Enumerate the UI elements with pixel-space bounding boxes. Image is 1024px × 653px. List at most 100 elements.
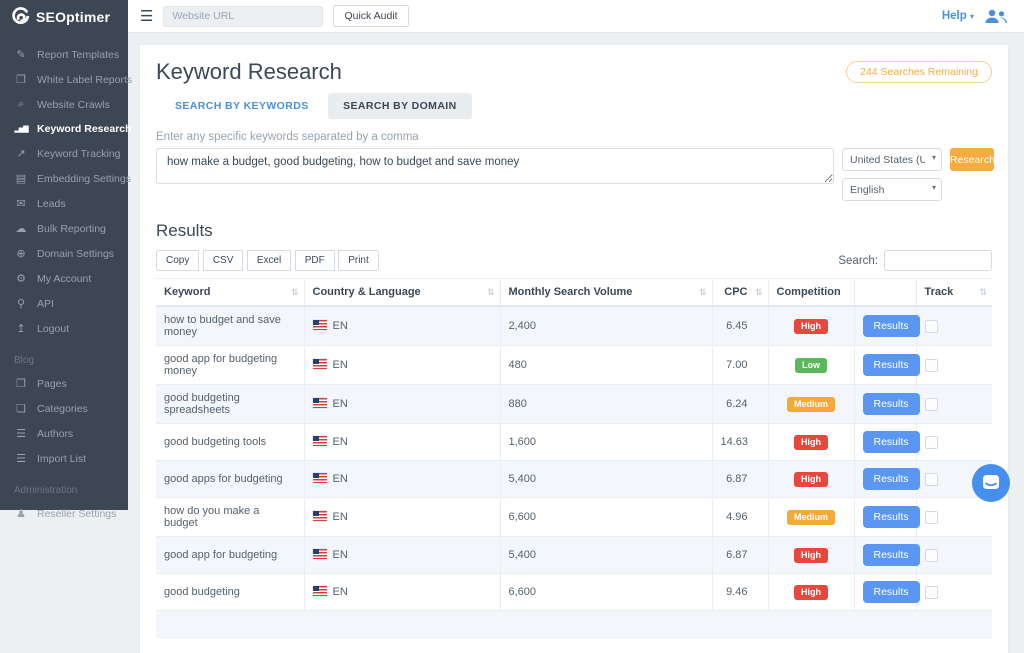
competition-cell: Low (768, 346, 854, 385)
language-select[interactable]: English (842, 178, 942, 201)
track-checkbox[interactable] (925, 436, 938, 449)
track-checkbox[interactable] (925, 359, 938, 372)
reseller-settings-icon: ♟ (14, 507, 28, 520)
table-search-input[interactable] (884, 250, 992, 271)
sidebar-item-pages[interactable]: ❐Pages (0, 371, 128, 396)
us-flag-icon (313, 320, 327, 330)
results-table: Keyword⇅Country & Language⇅Monthly Searc… (156, 278, 992, 611)
track-checkbox[interactable] (925, 549, 938, 562)
table-row-partial (156, 611, 992, 639)
keyword-cell: good apps for budgeting (156, 461, 304, 498)
results-button[interactable]: Results (863, 315, 920, 337)
keyword-research-icon: ▂▅▇ (14, 125, 28, 133)
chat-bubble-button[interactable] (972, 464, 1010, 502)
competition-badge: High (794, 548, 828, 563)
research-button[interactable]: Research (950, 148, 994, 171)
track-checkbox[interactable] (925, 473, 938, 486)
country-cell: EN (304, 498, 500, 537)
sidebar-item-keyword-research[interactable]: ▂▅▇Keyword Research (0, 117, 128, 141)
column-header-label: Monthly Search Volume (509, 286, 633, 298)
us-flag-icon (313, 436, 327, 446)
sidebar-item-embedding-settings[interactable]: ▤Embedding Settings (0, 166, 128, 191)
keyword-research-panel: Keyword Research 244 Searches Remaining … (140, 45, 1008, 653)
copy-button[interactable]: Copy (156, 250, 199, 271)
table-row: good app for budgetingEN5,4006.87HighRes… (156, 537, 992, 574)
track-checkbox[interactable] (925, 398, 938, 411)
tab-search-by-domain[interactable]: SEARCH BY DOMAIN (328, 93, 472, 119)
country-cell: EN (304, 537, 500, 574)
language-select-wrap: English ▾ (842, 178, 942, 201)
table-row: how to budget and save moneyEN2,4006.45H… (156, 306, 992, 346)
sidebar-item-my-account[interactable]: ⚙My Account (0, 266, 128, 291)
account-users-icon[interactable] (984, 9, 1008, 24)
results-button[interactable]: Results (863, 544, 920, 566)
volume-cell: 5,400 (500, 461, 712, 498)
results-button[interactable]: Results (863, 354, 920, 376)
results-button[interactable]: Results (863, 431, 920, 453)
language-code: EN (333, 320, 348, 332)
leads-icon: ✉ (14, 197, 28, 210)
website-url-input[interactable] (163, 6, 323, 27)
country-cell: EN (304, 574, 500, 611)
results-cell: Results (854, 424, 916, 461)
sidebar-item-keyword-tracking[interactable]: ↗Keyword Tracking (0, 141, 128, 166)
sidebar-item-report-templates[interactable]: ✎Report Templates (0, 42, 128, 67)
help-menu[interactable]: Help ▾ (942, 10, 974, 22)
us-flag-icon (313, 549, 327, 559)
sidebar-item-reseller-settings[interactable]: ♟Reseller Settings (0, 501, 128, 526)
page-header: Keyword Research 244 Searches Remaining (156, 59, 992, 85)
competition-badge: High (794, 585, 828, 600)
menu-icon[interactable]: ☰ (140, 9, 153, 24)
tab-search-by-keywords[interactable]: SEARCH BY KEYWORDS (160, 93, 324, 119)
sidebar-item-label: My Account (37, 273, 91, 285)
column-header-cpc[interactable]: CPC⇅ (712, 279, 768, 307)
results-button[interactable]: Results (863, 581, 920, 603)
track-checkbox[interactable] (925, 320, 938, 333)
language-code: EN (333, 436, 348, 448)
csv-button[interactable]: CSV (203, 250, 244, 271)
table-row: good budgetingEN6,6009.46HighResults (156, 574, 992, 611)
column-header-monthly-search-volume[interactable]: Monthly Search Volume⇅ (500, 279, 712, 307)
sidebar-nav: ✎Report Templates❐White Label Reports⌕We… (0, 33, 128, 526)
column-header-keyword[interactable]: Keyword⇅ (156, 279, 304, 307)
quick-audit-button[interactable]: Quick Audit (333, 5, 408, 27)
keyword-cell: good app for budgeting (156, 537, 304, 574)
results-button[interactable]: Results (863, 506, 920, 528)
sidebar-item-api[interactable]: ⚲API (0, 291, 128, 316)
sidebar-item-label: Website Crawls (37, 99, 110, 111)
country-select[interactable]: United States (US) (842, 148, 942, 171)
column-header-track[interactable]: Track⇅ (916, 279, 992, 307)
us-flag-icon (313, 511, 327, 521)
column-header-country-language[interactable]: Country & Language⇅ (304, 279, 500, 307)
page-title: Keyword Research (156, 59, 342, 85)
print-button[interactable]: Print (338, 250, 379, 271)
track-checkbox[interactable] (925, 511, 938, 524)
sidebar-item-logout[interactable]: ↥Logout (0, 316, 128, 341)
sidebar-item-label: Authors (37, 428, 73, 440)
sidebar-item-bulk-reporting[interactable]: ☁Bulk Reporting (0, 216, 128, 241)
embedding-settings-icon: ▤ (14, 172, 28, 185)
keywords-input[interactable]: how make a budget, good budgeting, how t… (156, 148, 834, 184)
sidebar-item-import-list[interactable]: ☰Import List (0, 446, 128, 471)
cpc-cell: 7.00 (712, 346, 768, 385)
keyword-cell: good budgeting tools (156, 424, 304, 461)
sidebar-item-domain-settings[interactable]: ⊕Domain Settings (0, 241, 128, 266)
sidebar-item-website-crawls[interactable]: ⌕Website Crawls (0, 92, 128, 117)
country-cell: EN (304, 385, 500, 424)
sidebar-item-categories[interactable]: ❏Categories (0, 396, 128, 421)
sidebar-item-authors[interactable]: ☰Authors (0, 421, 128, 446)
pdf-button[interactable]: PDF (295, 250, 335, 271)
sidebar-item-leads[interactable]: ✉Leads (0, 191, 128, 216)
results-button[interactable]: Results (863, 468, 920, 490)
search-mode-tabs: SEARCH BY KEYWORDS SEARCH BY DOMAIN (160, 93, 992, 119)
track-cell (916, 385, 992, 424)
track-cell (916, 306, 992, 346)
track-cell (916, 346, 992, 385)
keyword-cell: how do you make a budget (156, 498, 304, 537)
excel-button[interactable]: Excel (247, 250, 291, 271)
track-checkbox[interactable] (925, 586, 938, 599)
sidebar-item-white-label-reports[interactable]: ❐White Label Reports (0, 67, 128, 92)
us-flag-icon (313, 359, 327, 369)
results-button[interactable]: Results (863, 393, 920, 415)
brand-logo[interactable]: SEOptimer (0, 0, 128, 33)
